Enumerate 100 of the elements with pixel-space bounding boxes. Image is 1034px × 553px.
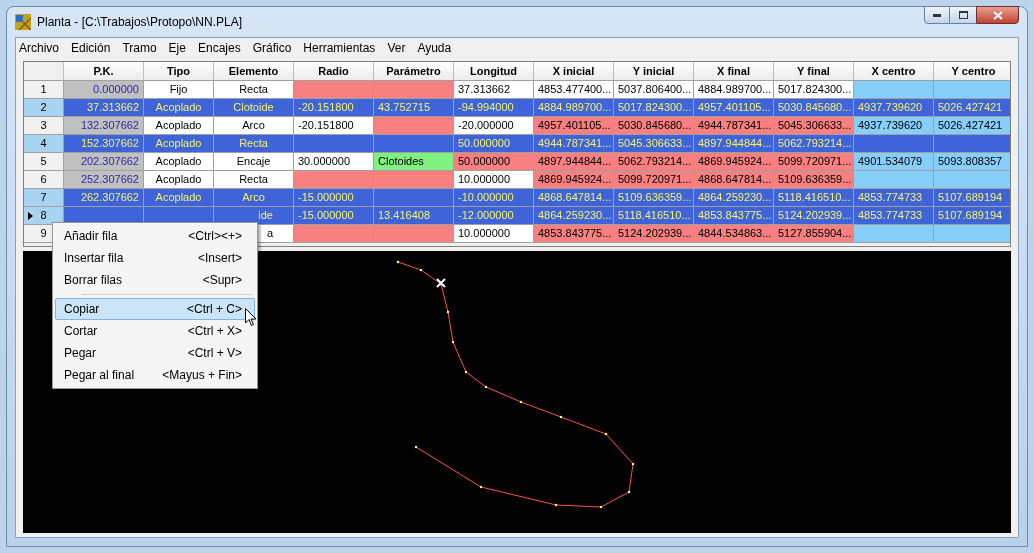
table-cell: 5124.202939... (614, 225, 694, 242)
column-header[interactable]: Longitud (454, 62, 534, 80)
menu-item-label: Borrar filas (64, 272, 122, 289)
table-cell: Acoplado (144, 189, 214, 206)
column-header[interactable]: Elemento (214, 62, 294, 80)
table-cell: 4884.989700... (694, 81, 774, 98)
table-cell: 4944.787341... (534, 135, 614, 152)
table-cell: 43.752715 (374, 99, 454, 116)
maximize-icon (958, 11, 968, 19)
table-cell: 50.000000 (454, 135, 534, 152)
menu-item[interactable]: Encajes (196, 39, 242, 57)
table-cell: 4869.945924... (694, 153, 774, 170)
menu-item[interactable]: Ayuda (416, 39, 453, 57)
table-cell: -20.151800 (294, 117, 374, 134)
table-cell: -20.151800 (294, 99, 374, 116)
table-cell: 5037.806400... (614, 81, 694, 98)
menu-item[interactable]: Herramientas (302, 39, 377, 57)
table-cell: 5030.845680... (774, 99, 854, 116)
row-header[interactable]: 8 (24, 207, 64, 224)
table-cell: 4853.477400... (534, 81, 614, 98)
menu-item-label: Pegar (64, 345, 97, 362)
context-menu-item[interactable]: Cortar <Ctrl + X> (55, 320, 255, 342)
table-cell: 10.000000 (454, 225, 534, 242)
table-cell: 5118.416510... (774, 189, 854, 206)
context-menu-item[interactable]: Pegar al final <Mayus + Fin> (55, 364, 255, 386)
table-cell: Arco (214, 189, 294, 206)
context-menu-item[interactable]: Insertar fila <Insert> (55, 247, 255, 269)
table-cell: 5026.427421 (934, 99, 1010, 116)
table-cell: 30.000000 (294, 153, 374, 170)
table-cell: 4901.534079 (854, 153, 934, 170)
table-cell: Acoplado (144, 171, 214, 188)
table-cell: Clotoides (374, 153, 454, 170)
shortcut-label: <Insert> (197, 250, 242, 267)
table-cell: 0.000000 (64, 81, 144, 98)
menu-item-label: Copiar (64, 301, 100, 318)
row-header[interactable]: 4 (24, 135, 64, 152)
context-menu-item[interactable]: Pegar <Ctrl + V> (55, 342, 255, 364)
minimize-icon (933, 13, 941, 17)
window-title: Planta - [C:\Trabajos\Protopo\NN.PLA] (37, 14, 242, 31)
table-cell: Arco (214, 117, 294, 134)
table-cell: 5062.793214... (614, 153, 694, 170)
table-cell: 4957.401105... (534, 117, 614, 134)
table-cell: -15.000000 (294, 207, 374, 224)
column-header[interactable]: Y final (774, 62, 854, 80)
table-cell: 4853.774733 (854, 189, 934, 206)
table-cell: 5118.416510... (614, 207, 694, 224)
table-cell: Recta (214, 81, 294, 98)
table-cell: 13.416408 (374, 207, 454, 224)
menu-item[interactable]: Archivo (18, 39, 60, 57)
table-cell: 5045.306633... (614, 135, 694, 152)
column-header[interactable]: X centro (854, 62, 934, 80)
table-cell: Fijo (144, 81, 214, 98)
column-header[interactable]: Y inicial (614, 62, 694, 80)
column-header[interactable]: Tipo (144, 62, 214, 80)
shortcut-label: <Mayus + Fin> (162, 367, 242, 384)
table-cell: 4868.647814... (694, 171, 774, 188)
table-cell: 4869.945924... (534, 171, 614, 188)
context-menu-item[interactable]: Copiar <Ctrl + C> (55, 298, 255, 320)
table-cell: -15.000000 (294, 189, 374, 206)
table-cell: 252.307662 (64, 171, 144, 188)
table-cell: Acoplado (144, 99, 214, 116)
menu-item[interactable]: Tramo (121, 39, 158, 57)
table-cell: 5107.689194 (934, 189, 1010, 206)
menu-item[interactable]: Edición (70, 39, 112, 57)
column-header[interactable]: Radio (294, 62, 374, 80)
column-header[interactable]: Parámetro (374, 62, 454, 80)
table-cell: Recta (214, 171, 294, 188)
table-cell: 5099.720971... (774, 153, 854, 170)
row-header[interactable]: 7 (24, 189, 64, 206)
table-cell: 202.307662 (64, 153, 144, 170)
close-button[interactable] (976, 6, 1019, 24)
column-header[interactable]: X inicial (534, 62, 614, 80)
table-cell: 5127.855904... (774, 225, 854, 242)
menu-item[interactable]: Ver (386, 39, 407, 57)
current-row-icon (28, 212, 33, 220)
table-cell: Acoplado (144, 135, 214, 152)
app-icon (15, 14, 31, 30)
column-header[interactable]: P.K. (64, 62, 144, 80)
close-icon (992, 10, 1003, 20)
maximize-button[interactable] (950, 6, 976, 24)
menu-item-label: Insertar fila (64, 250, 124, 267)
table-cell: 262.307662 (64, 189, 144, 206)
table-cell: 4853.843775... (694, 207, 774, 224)
row-header[interactable]: 2 (24, 99, 64, 116)
menu-item[interactable]: Eje (167, 39, 187, 57)
menu-item-label: Pegar al final (64, 367, 135, 384)
menu-item[interactable]: Gráfico (251, 39, 293, 57)
table-cell: 5107.689194 (934, 207, 1010, 224)
table-cell: 4897.944844... (694, 135, 774, 152)
column-header[interactable]: X final (694, 62, 774, 80)
table-cell: -10.000000 (454, 189, 534, 206)
table-cell: 152.307662 (64, 135, 144, 152)
table-cell: 132.307662 (64, 117, 144, 134)
table-cell: 5045.306633... (774, 117, 854, 134)
minimize-button[interactable] (924, 6, 950, 24)
column-header[interactable]: Y centro (934, 62, 1010, 80)
context-menu-item[interactable]: Borrar filas <Supr> (55, 269, 255, 291)
table-cell: 50.000000 (454, 153, 534, 170)
shortcut-label: <Supr> (202, 272, 242, 289)
table-cell: 4897.944844... (534, 153, 614, 170)
